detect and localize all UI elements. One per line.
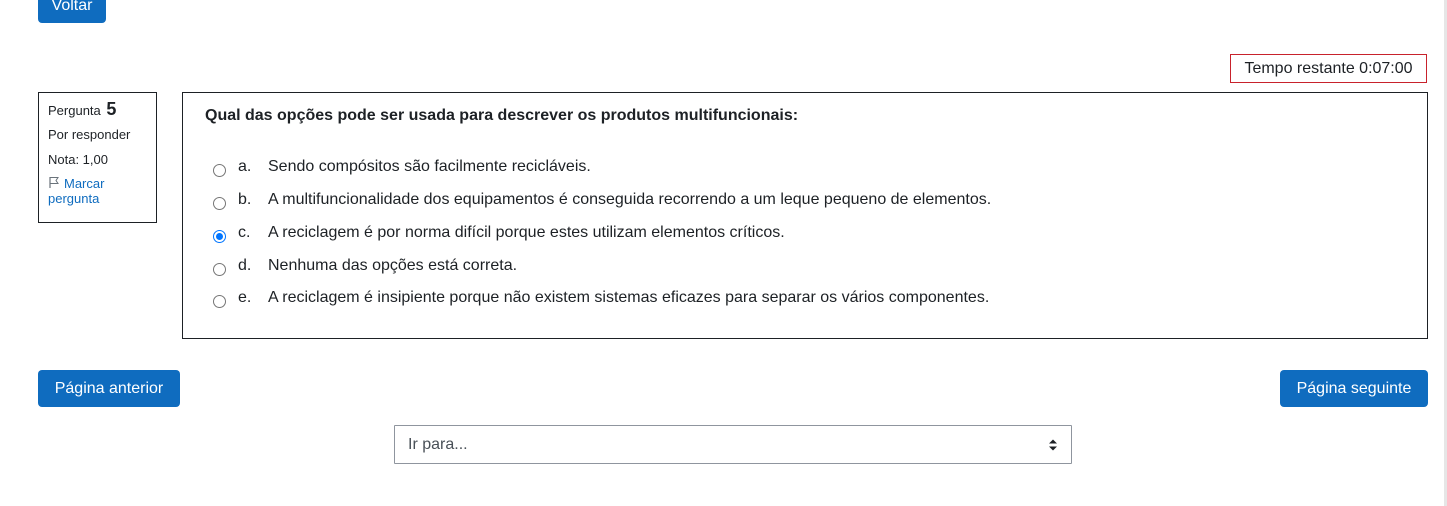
previous-page-button[interactable]: Página anterior — [38, 370, 180, 407]
answer-text: A reciclagem é insipiente porque não exi… — [268, 289, 990, 306]
answer-option-a[interactable]: a. Sendo compósitos são facilmente recic… — [213, 156, 591, 178]
flag-question-link[interactable]: Marcar pergunta — [48, 176, 147, 206]
sort-arrows-icon — [1048, 438, 1058, 457]
question-grade: Nota: 1,00 — [48, 152, 108, 167]
question-number-row: Pergunta 5 — [48, 99, 147, 119]
jump-to-select[interactable]: Ir para... — [394, 425, 1072, 464]
question-info-panel: Pergunta 5 Por responder Nota: 1,00 Marc… — [38, 92, 157, 223]
question-number: 5 — [106, 99, 117, 119]
answer-radio-selected[interactable] — [213, 229, 226, 243]
question-content: Qual das opções pode ser usada para desc… — [182, 92, 1428, 339]
question-text: Qual das opções pode ser usada para desc… — [205, 107, 799, 124]
answer-option-c[interactable]: c. A reciclagem é por norma difícil porq… — [213, 222, 785, 244]
answer-option-b[interactable]: b. A multifuncionalidade dos equipamento… — [213, 189, 991, 211]
answer-radio[interactable] — [213, 196, 226, 210]
answer-option-e[interactable]: e. A reciclagem é insipiente porque não … — [213, 287, 989, 309]
answer-letter: b. — [238, 191, 252, 208]
answer-text: Sendo compósitos são facilmente recicláv… — [268, 158, 591, 175]
jump-to-selected-value: Ir para... — [408, 435, 468, 453]
answer-text: A multifuncionalidade dos equipamentos é… — [268, 191, 992, 208]
back-button[interactable]: Voltar — [38, 0, 106, 23]
answer-radio[interactable] — [213, 163, 226, 177]
answer-text: A reciclagem é por norma difícil porque … — [268, 224, 785, 241]
answer-letter: e. — [238, 289, 252, 306]
answer-radio[interactable] — [213, 262, 226, 276]
next-page-button[interactable]: Página seguinte — [1280, 370, 1428, 407]
question-state: Por responder — [48, 127, 131, 142]
answer-letter: d. — [238, 257, 252, 274]
question-number-label: Pergunta — [48, 103, 101, 118]
answer-letter: a. — [238, 158, 252, 175]
flag-icon — [48, 176, 60, 192]
answer-option-d[interactable]: d. Nenhuma das opções está correta. — [213, 255, 517, 277]
answer-text: Nenhuma das opções está correta. — [268, 257, 518, 274]
answer-radio[interactable] — [213, 294, 226, 308]
answer-letter: c. — [238, 224, 251, 241]
time-remaining-badge: Tempo restante 0:07:00 — [1230, 54, 1427, 83]
